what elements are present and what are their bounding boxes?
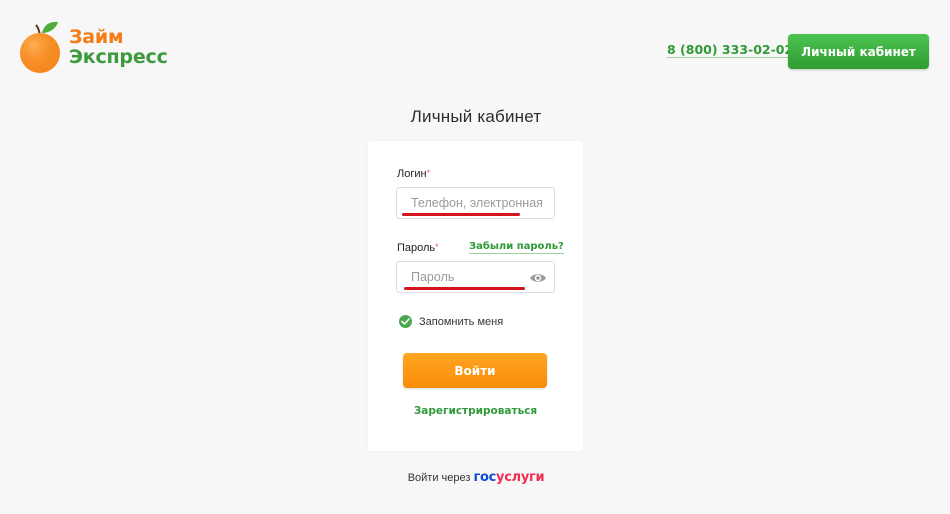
register-link[interactable]: Зарегистрироваться bbox=[414, 405, 537, 417]
orange-fruit-icon bbox=[18, 20, 64, 74]
eye-icon[interactable] bbox=[529, 271, 547, 283]
register-link-wrapper: Зарегистрироваться bbox=[368, 401, 583, 419]
remember-me-checkbox[interactable]: Запомнить меня bbox=[399, 315, 503, 328]
gosuslugi-logo-part2: услуги bbox=[496, 470, 545, 485]
gosuslugi-logo-part1: гос bbox=[473, 470, 497, 485]
gosuslugi-login: Войти через госуслуги bbox=[0, 470, 950, 485]
login-submit-button[interactable]: Войти bbox=[403, 353, 547, 388]
password-label-text: Пароль bbox=[397, 242, 436, 254]
login-underline-annotation bbox=[402, 213, 520, 216]
logo[interactable]: Займ Экспресс bbox=[18, 20, 168, 74]
personal-cabinet-button[interactable]: Личный кабинет bbox=[788, 34, 929, 69]
logo-line-1: Займ bbox=[69, 26, 124, 48]
password-required-mark: * bbox=[435, 242, 439, 252]
logo-wordmark: Займ Экспресс bbox=[69, 27, 168, 67]
password-label: Пароль* bbox=[397, 242, 439, 254]
login-required-mark: * bbox=[426, 168, 431, 178]
logo-line-2: Экспресс bbox=[69, 46, 168, 68]
password-underline-annotation bbox=[404, 287, 525, 290]
forgot-password-link[interactable]: Забыли пароль? bbox=[469, 241, 564, 254]
checkmark-icon bbox=[399, 315, 412, 328]
page-title: Личный кабинет bbox=[410, 107, 542, 126]
login-label: Логин* bbox=[397, 168, 430, 180]
remember-me-label: Запомнить меня bbox=[419, 315, 504, 328]
login-label-text: Логин bbox=[397, 168, 427, 180]
phone-link[interactable]: 8 (800) 333-02-02 bbox=[667, 42, 794, 58]
login-card: Логин* Пароль* Забыли пароль? Запомнить … bbox=[368, 141, 583, 451]
gosuslugi-logo-link[interactable]: госуслуги bbox=[473, 470, 544, 485]
gosuslugi-prefix: Войти через bbox=[407, 472, 471, 484]
